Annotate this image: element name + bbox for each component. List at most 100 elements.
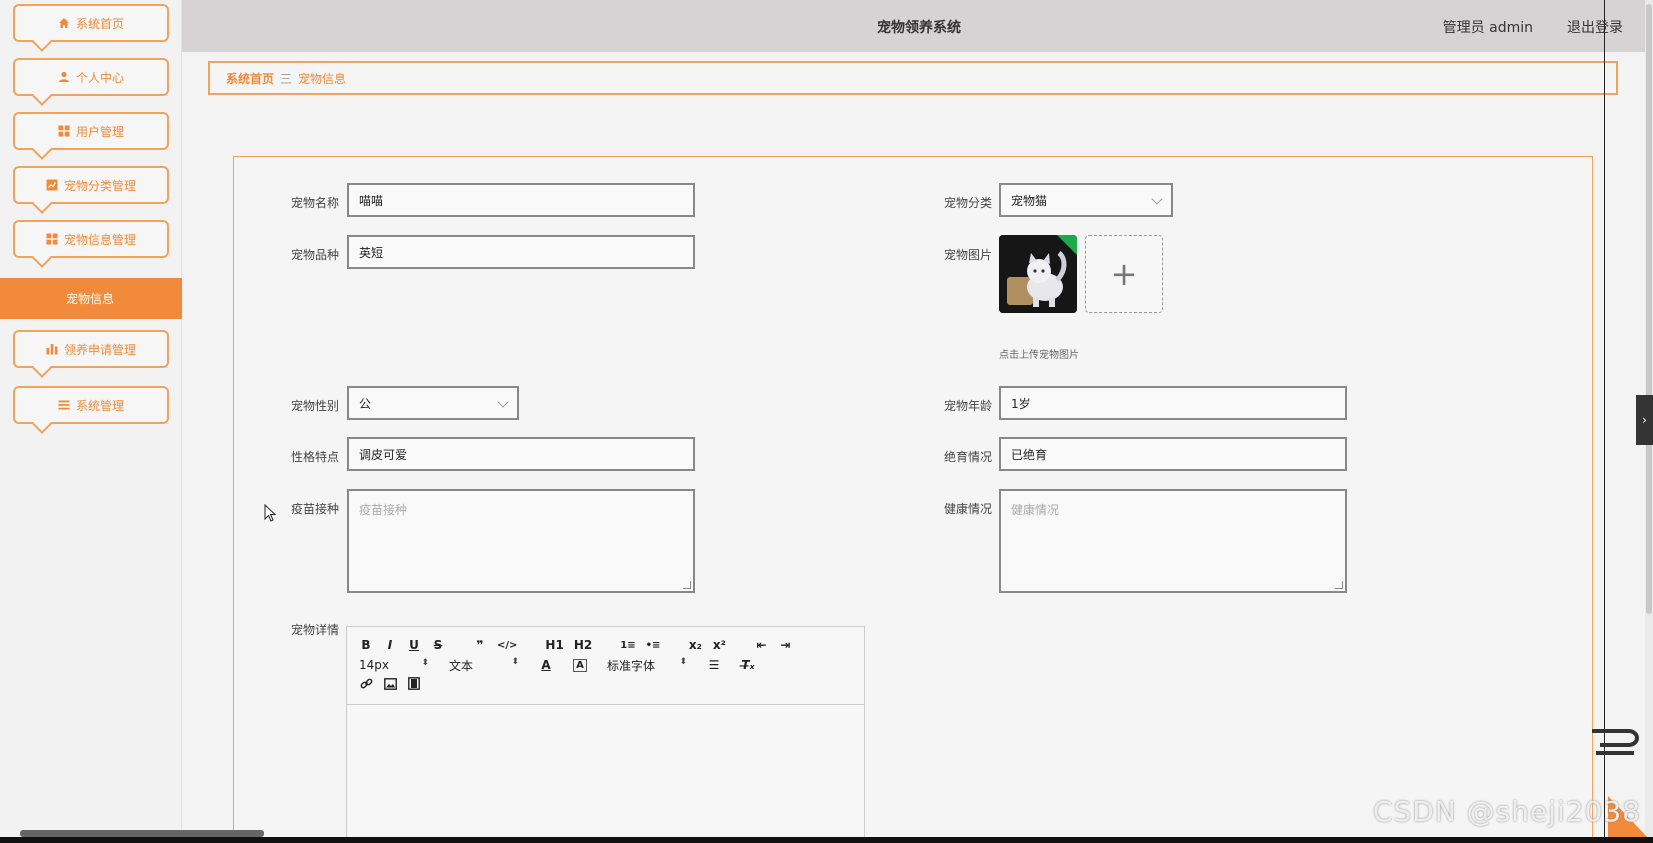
- video-icon[interactable]: [407, 677, 421, 693]
- health-label: 健康情况: [943, 502, 992, 516]
- background-color-icon[interactable]: A: [573, 658, 587, 672]
- header: 宠物领养系统 管理员 admin 退出登录: [182, 0, 1653, 52]
- home-icon: [58, 17, 70, 29]
- italic-button[interactable]: I: [383, 638, 397, 652]
- toolbar-row-style: 14px ⬍ 文本 ⬍ A A 标准字体 ⬍ ☰ T̶ₓ: [359, 655, 852, 675]
- align-icon[interactable]: ☰: [707, 658, 721, 672]
- subscript-button[interactable]: x₂: [688, 638, 702, 652]
- upload-image-button[interactable]: +: [1085, 235, 1163, 313]
- pet-category-select[interactable]: 宠物猫: [999, 183, 1173, 217]
- breadcrumb-home[interactable]: 系统首页: [226, 70, 274, 87]
- toolbar-row-format: B I U S ❞ </> H1 H2 1≡ •≡ x₂ x² ⇤ ⇥: [359, 635, 852, 655]
- sidebar-item-label: 宠物分类管理: [63, 178, 136, 193]
- upload-tip: 点击上传宠物图片: [999, 350, 1079, 361]
- chevron-down-icon: [1151, 193, 1163, 205]
- chart-box-icon: [46, 179, 58, 191]
- sidebar-item-label: 用户管理: [75, 124, 124, 139]
- pet-gender-select[interactable]: 公: [347, 386, 519, 420]
- pet-name-label: 宠物名称: [290, 196, 339, 210]
- sidebar-item-users[interactable]: 用户管理: [13, 112, 169, 150]
- sidebar-item-pet-category[interactable]: 宠物分类管理: [13, 166, 169, 204]
- sidebar: 系统首页 个人中心 用户管理 宠物分类管理 宠物信息管理 宠物信息 领养申请管理: [0, 0, 182, 843]
- font-color-icon[interactable]: A: [539, 658, 553, 672]
- heading1-button[interactable]: H1: [545, 638, 563, 652]
- breadcrumb-separator: 三: [280, 71, 293, 86]
- updown-caret-icon: ⬍: [511, 656, 519, 667]
- pet-gender-value: 公: [359, 396, 372, 411]
- pet-breed-value: 英短: [359, 245, 384, 260]
- details-label: 宠物详情: [290, 623, 339, 637]
- sidebar-subitem-label: 宠物信息: [66, 292, 115, 306]
- user-label: 管理员 admin: [1442, 20, 1533, 36]
- bullet-list-button[interactable]: •≡: [646, 640, 661, 651]
- code-block-button[interactable]: </>: [497, 640, 517, 651]
- blockquote-button[interactable]: ❞: [473, 638, 487, 652]
- health-textarea[interactable]: 健康情况: [999, 489, 1347, 593]
- outdent-button[interactable]: ⇤: [754, 638, 768, 652]
- pet-gender-label: 宠物性别: [290, 399, 339, 413]
- pet-category-value: 宠物猫: [1011, 193, 1048, 208]
- list-icon: [58, 399, 70, 411]
- horizontal-scrollbar-thumb[interactable]: [20, 830, 264, 837]
- sidebar-subitem-pet-info[interactable]: 宠物信息: [0, 278, 182, 319]
- sterilization-input[interactable]: 已绝育: [999, 437, 1347, 471]
- pet-category-label: 宠物分类: [943, 196, 992, 210]
- vaccination-textarea[interactable]: 疫苗接种: [347, 489, 695, 593]
- pet-image-label: 宠物图片: [943, 248, 992, 262]
- sidebar-item-adoption[interactable]: 领养申请管理: [13, 330, 169, 368]
- pet-age-input[interactable]: 1岁: [999, 386, 1347, 420]
- grid-icon: [58, 125, 70, 137]
- resize-handle-icon[interactable]: [1335, 581, 1343, 589]
- updown-caret-icon: ⬍: [679, 656, 687, 667]
- vertical-scrollbar-thumb[interactable]: [1646, 4, 1652, 614]
- logout-link[interactable]: 退出登录: [1567, 17, 1623, 37]
- sidebar-item-home[interactable]: 系统首页: [13, 4, 169, 42]
- clear-format-icon[interactable]: T̶ₓ: [741, 658, 755, 672]
- pet-age-value: 1岁: [1011, 396, 1031, 411]
- breadcrumb: 系统首页 三 宠物信息: [208, 61, 1618, 95]
- superscript-button[interactable]: x²: [712, 638, 726, 652]
- breadcrumb-current: 宠物信息: [298, 71, 347, 86]
- sidebar-item-profile[interactable]: 个人中心: [13, 58, 169, 96]
- block-type-select[interactable]: 文本 ⬍: [449, 657, 519, 674]
- chevron-down-icon: [497, 396, 509, 408]
- sterilization-value: 已绝育: [1011, 447, 1048, 462]
- pet-breed-input[interactable]: 英短: [347, 235, 695, 269]
- watermark: CSDN @sheji2038: [1372, 795, 1641, 828]
- image-icon[interactable]: [383, 677, 397, 693]
- pet-name-value: 喵喵: [359, 193, 384, 208]
- sidebar-item-system[interactable]: 系统管理: [13, 386, 169, 424]
- bottom-edge: [0, 837, 1653, 843]
- sidebar-item-label: 宠物信息管理: [63, 232, 136, 247]
- bold-button[interactable]: B: [359, 638, 373, 652]
- image-badge-corner: [1057, 235, 1077, 255]
- plus-icon: +: [1110, 255, 1138, 293]
- pet-breed-label: 宠物品种: [290, 248, 339, 262]
- chevron-right-icon[interactable]: ›: [1636, 395, 1653, 445]
- sidebar-item-pet-info[interactable]: 宠物信息管理: [13, 220, 169, 258]
- window-edge: [1604, 0, 1605, 843]
- heading2-button[interactable]: H2: [574, 638, 592, 652]
- pet-image-thumbnail[interactable]: [999, 235, 1077, 313]
- link-icon[interactable]: [359, 677, 373, 693]
- font-family-value: 标准字体: [607, 658, 656, 673]
- font-size-select[interactable]: 14px ⬍: [359, 658, 429, 672]
- grid-icon: [46, 233, 58, 245]
- strike-button[interactable]: S: [431, 638, 445, 652]
- app-title: 宠物领养系统: [877, 20, 961, 36]
- font-family-select[interactable]: 标准字体 ⬍: [607, 657, 687, 674]
- vaccination-label: 疫苗接种: [290, 502, 339, 516]
- health-placeholder: 健康情况: [1011, 503, 1060, 517]
- indent-button[interactable]: ⇥: [778, 638, 792, 652]
- personality-input[interactable]: 调皮可爱: [347, 437, 695, 471]
- sterilization-label: 绝育情况: [943, 450, 992, 464]
- underline-button[interactable]: U: [407, 638, 421, 652]
- mouse-cursor-icon: [264, 504, 276, 522]
- ordered-list-button[interactable]: 1≡: [620, 640, 635, 651]
- resize-handle-icon[interactable]: [683, 581, 691, 589]
- sidebar-item-label: 领养申请管理: [63, 342, 136, 357]
- pet-name-input[interactable]: 喵喵: [347, 183, 695, 217]
- sidebar-item-label: 系统管理: [75, 398, 124, 413]
- personality-label: 性格特点: [290, 450, 339, 464]
- sidebar-item-label: 个人中心: [75, 70, 124, 85]
